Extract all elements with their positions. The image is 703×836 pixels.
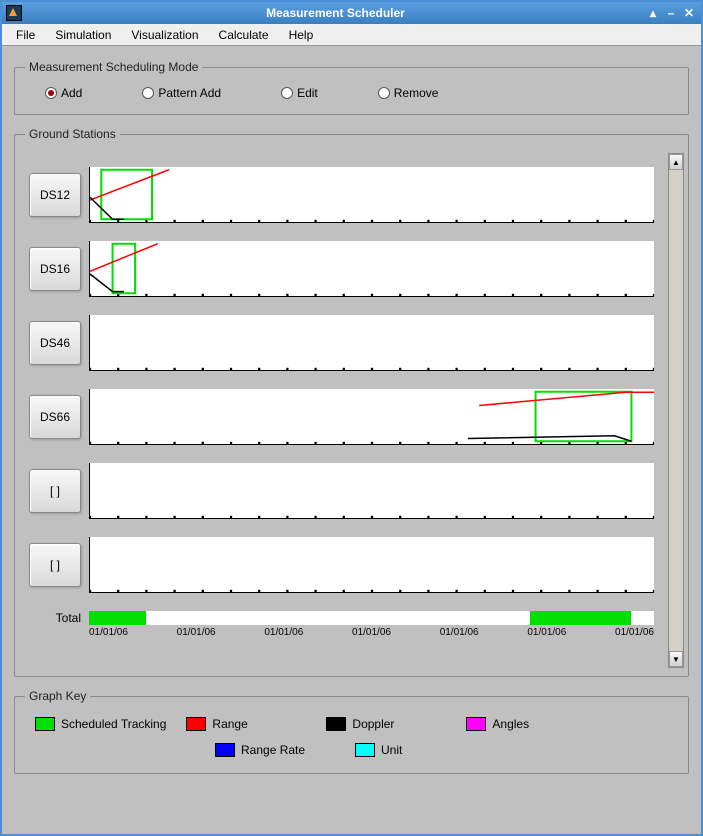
- key-legend: Graph Key: [25, 689, 90, 703]
- axis-tick-label: 01/01/06: [440, 627, 479, 638]
- key-doppler: Doppler: [326, 717, 446, 731]
- swatch-doppler: [326, 717, 346, 731]
- key-unit: Unit: [355, 743, 475, 757]
- station-row: DS46: [29, 315, 654, 371]
- station-chart[interactable]: [89, 315, 654, 371]
- total-label: Total: [29, 611, 81, 625]
- radio-edit[interactable]: Edit: [281, 86, 318, 100]
- key-range: Range: [186, 717, 306, 731]
- scroll-down-button[interactable]: ▼: [669, 651, 683, 667]
- station-button[interactable]: DS46: [29, 321, 81, 365]
- radio-icon: [378, 87, 390, 99]
- scroll-up-button[interactable]: ▲: [669, 154, 683, 170]
- key-label: Unit: [381, 743, 402, 757]
- station-chart[interactable]: [89, 537, 654, 593]
- key-range-rate: Range Rate: [215, 743, 335, 757]
- swatch-range-rate: [215, 743, 235, 757]
- minimize-button[interactable]: –: [663, 5, 679, 21]
- scrollbar[interactable]: ▲ ▼: [668, 153, 684, 668]
- content-area: Measurement Scheduling Mode Add Pattern …: [2, 46, 701, 834]
- menubar: File Simulation Visualization Calculate …: [2, 24, 701, 46]
- stations-legend: Ground Stations: [25, 127, 120, 141]
- key-label: Range Rate: [241, 743, 305, 757]
- swatch-angles: [466, 717, 486, 731]
- radio-label: Remove: [394, 86, 439, 100]
- key-label: Doppler: [352, 717, 394, 731]
- window-frame: Measurement Scheduler ▴ – ✕ File Simulat…: [0, 0, 703, 836]
- axis-tick-label: 01/01/06: [89, 627, 128, 638]
- radio-label: Add: [61, 86, 82, 100]
- app-icon: [6, 5, 22, 21]
- station-button[interactable]: DS12: [29, 173, 81, 217]
- key-row-2: Range Rate Unit: [25, 737, 678, 763]
- key-label: Scheduled Tracking: [61, 717, 166, 731]
- station-row: DS12: [29, 167, 654, 223]
- station-chart[interactable]: [89, 241, 654, 297]
- axis-labels: 01/01/06 01/01/06 01/01/06 01/01/06 01/01/06…: [89, 627, 654, 638]
- key-label: Range: [212, 717, 247, 731]
- mode-legend: Measurement Scheduling Mode: [25, 60, 202, 74]
- radio-icon: [281, 87, 293, 99]
- station-button[interactable]: DS66: [29, 395, 81, 439]
- radio-icon: [45, 87, 57, 99]
- swatch-unit: [355, 743, 375, 757]
- station-chart[interactable]: [89, 167, 654, 223]
- menu-calculate[interactable]: Calculate: [209, 26, 279, 44]
- radio-label: Edit: [297, 86, 318, 100]
- station-row: [ ]: [29, 537, 654, 593]
- radio-add[interactable]: Add: [45, 86, 82, 100]
- menu-simulation[interactable]: Simulation: [45, 26, 121, 44]
- key-scheduled: Scheduled Tracking: [35, 717, 166, 731]
- station-chart[interactable]: [89, 389, 654, 445]
- axis-tick-label: 01/01/06: [264, 627, 303, 638]
- axis-tick-label: 01/01/06: [615, 627, 654, 638]
- station-button[interactable]: DS16: [29, 247, 81, 291]
- axis-tick-label: 01/01/06: [177, 627, 216, 638]
- total-row: Total 01/01/0601/01/0601/01/0601/01/0601…: [29, 611, 654, 638]
- stations-container: DS12 DS16 DS46 DS66 [ ] [ ]: [25, 167, 678, 593]
- axis-tick-label: 01/01/06: [352, 627, 391, 638]
- station-chart[interactable]: [89, 463, 654, 519]
- swatch-scheduled: [35, 717, 55, 731]
- key-row-1: Scheduled Tracking Range Doppler Angles: [25, 711, 678, 737]
- menu-file[interactable]: File: [6, 26, 45, 44]
- total-bar: [89, 611, 654, 625]
- swatch-range: [186, 717, 206, 731]
- key-fieldset: Graph Key Scheduled Tracking Range Doppl…: [14, 689, 689, 774]
- station-row: [ ]: [29, 463, 654, 519]
- menu-visualization[interactable]: Visualization: [121, 26, 208, 44]
- key-label: Angles: [492, 717, 529, 731]
- close-button[interactable]: ✕: [681, 5, 697, 21]
- menu-help[interactable]: Help: [279, 26, 324, 44]
- radio-label: Pattern Add: [158, 86, 221, 100]
- radio-icon: [142, 87, 154, 99]
- rollup-button[interactable]: ▴: [645, 5, 661, 21]
- key-angles: Angles: [466, 717, 586, 731]
- window-title: Measurement Scheduler: [28, 6, 643, 20]
- total-chart: 01/01/06 01/01/06 01/01/06 01/01/06 01/01/06…: [89, 611, 654, 638]
- station-row: DS66: [29, 389, 654, 445]
- station-button[interactable]: [ ]: [29, 543, 81, 587]
- radio-remove[interactable]: Remove: [378, 86, 439, 100]
- mode-fieldset: Measurement Scheduling Mode Add Pattern …: [14, 60, 689, 115]
- station-button[interactable]: [ ]: [29, 469, 81, 513]
- titlebar: Measurement Scheduler ▴ – ✕: [2, 2, 701, 24]
- stations-fieldset: Ground Stations DS12 DS16 DS46 DS66 [ ] [ ] T…: [14, 127, 689, 677]
- axis-tick-label: 01/01/06: [527, 627, 566, 638]
- mode-row: Add Pattern Add Edit Remove: [25, 82, 678, 104]
- radio-pattern-add[interactable]: Pattern Add: [142, 86, 221, 100]
- station-row: DS16: [29, 241, 654, 297]
